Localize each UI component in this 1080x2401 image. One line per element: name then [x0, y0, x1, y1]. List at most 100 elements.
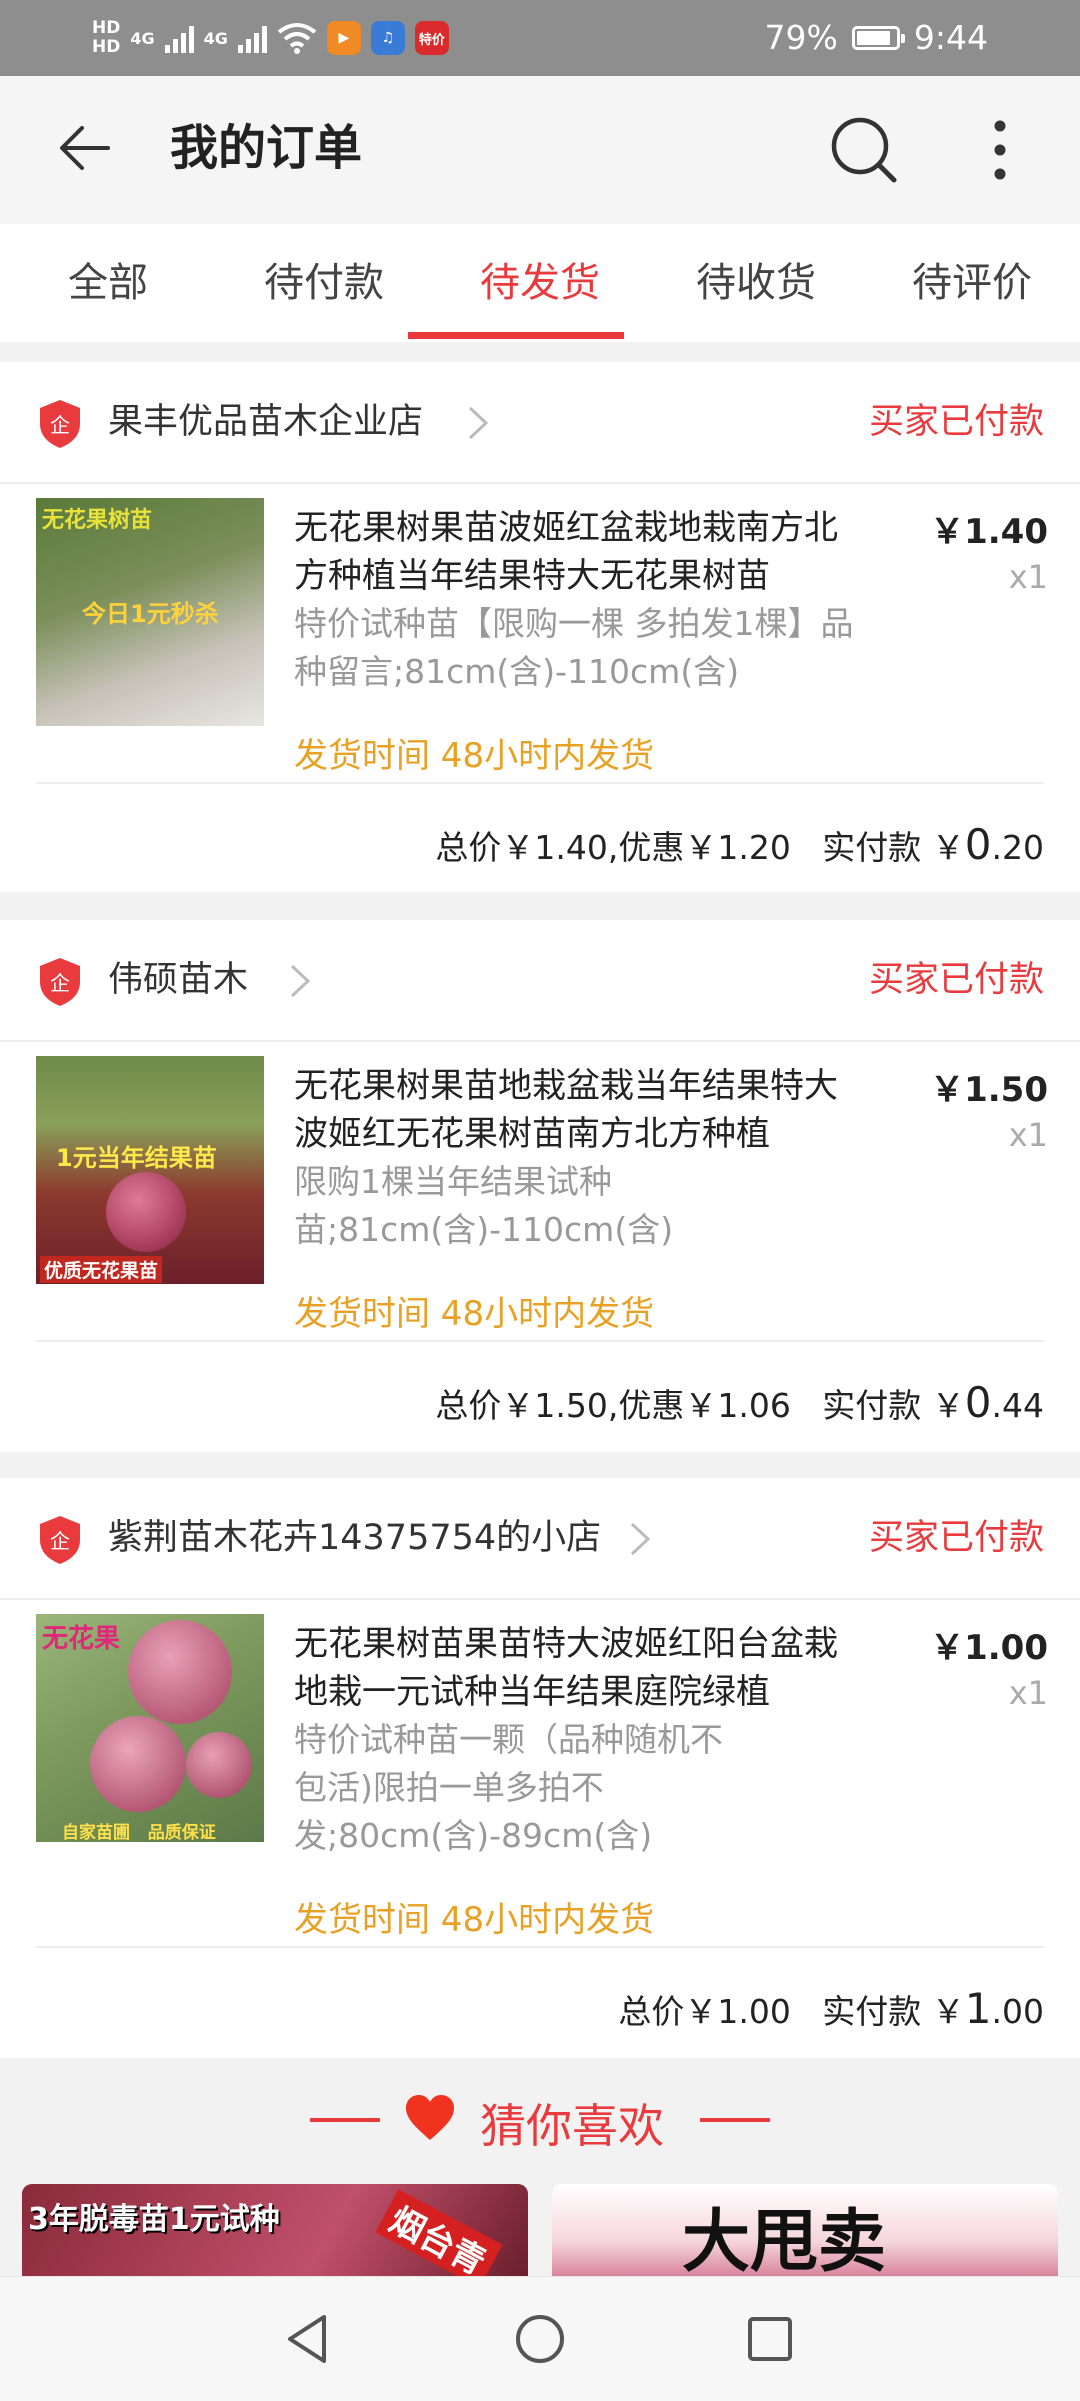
image-banner-text: 1元当年结果苗	[56, 1144, 217, 1172]
title-divider-right	[700, 2118, 770, 2122]
tab-pending-review[interactable]: 待评价	[864, 224, 1080, 342]
shipping-time: 发货时间 48小时内发货	[294, 1900, 655, 1940]
product-title[interactable]: 无花果树果苗地栽盆栽当年结果特大波姬红无花果树苗南方北方种植	[294, 1062, 854, 1158]
recommend-card-text: 3年脱毒苗1元试种	[28, 2202, 280, 2237]
summary-text: 总价￥1.40,优惠￥1.20 实付款 ￥	[435, 828, 965, 867]
title-divider-left	[310, 2118, 380, 2122]
product-price: ￥1.40	[930, 512, 1048, 552]
paid-integer: 1	[964, 1984, 992, 2033]
tab-all[interactable]: 全部	[0, 224, 216, 342]
paid-decimal: .44	[991, 1386, 1044, 1425]
order-card: 企 果丰优品苗木企业店 买家已付款 无花果树苗 今日1元秒杀 无花果树果苗波姬红…	[0, 362, 1080, 892]
recents-square-icon[interactable]	[746, 2315, 794, 2363]
signal-bars-1-icon	[164, 23, 194, 53]
network-type-2: 4G	[203, 28, 228, 48]
order-summary: 总价￥1.50,优惠￥1.06 实付款 ￥0.44	[435, 1378, 1044, 1427]
chevron-right-icon	[468, 406, 489, 440]
shop-header[interactable]: 企 伟硕苗木 买家已付款	[0, 920, 1080, 1042]
battery-icon	[851, 25, 905, 50]
recommend-card-tag: 烟台青	[375, 2189, 503, 2280]
svg-text:企: 企	[50, 971, 70, 995]
system-nav-bar	[0, 2276, 1080, 2401]
chevron-right-icon	[630, 1522, 651, 1556]
image-promo-text: 优质无花果苗	[40, 1256, 163, 1283]
shop-name: 紫荆苗木花卉14375754的小店	[108, 1518, 602, 1558]
search-icon[interactable]	[828, 114, 900, 186]
image-promo-text: 自家苗圃 品质保证	[62, 1823, 216, 1842]
fig-fruit-image	[186, 1732, 252, 1798]
order-status: 买家已付款	[868, 960, 1044, 1000]
app-header: 我的订单	[0, 76, 1080, 224]
enterprise-shield-icon: 企	[40, 958, 80, 1006]
shipping-time: 发货时间 48小时内发货	[294, 736, 655, 776]
hd-label-2: HD	[92, 37, 121, 57]
tab-pending-shipment[interactable]: 待发货	[432, 224, 648, 342]
active-tab-indicator	[408, 332, 624, 339]
image-promo-text: 今日1元秒杀	[82, 600, 219, 628]
music-app-icon: ♫	[370, 21, 405, 55]
network-type-1: 4G	[130, 28, 155, 48]
more-vertical-icon[interactable]	[980, 116, 1020, 184]
hd-indicators: HD HD	[92, 19, 120, 57]
tab-pending-payment[interactable]: 待付款	[216, 224, 432, 342]
heart-icon	[406, 2095, 454, 2140]
paid-decimal: .00	[991, 1992, 1044, 2031]
divider	[36, 1946, 1044, 1948]
product-spec: 特价试种苗【限购一棵 多拍发1棵】品种留言;81cm(含)-110cm(含)	[294, 604, 854, 691]
video-app-icon: ▶	[326, 21, 361, 55]
product-title[interactable]: 无花果树苗果苗特大波姬红阳台盆栽地栽一元试种当年结果庭院绿植	[294, 1620, 854, 1716]
home-circle-icon[interactable]	[514, 2313, 566, 2365]
shop-header[interactable]: 企 紫荆苗木花卉14375754的小店 买家已付款	[0, 1478, 1080, 1600]
image-banner-text: 无花果	[42, 1624, 121, 1654]
product-image[interactable]: 1元当年结果苗 优质无花果苗	[36, 1056, 264, 1284]
chevron-right-icon	[290, 964, 311, 998]
back-triangle-icon[interactable]	[284, 2313, 332, 2365]
shop-header[interactable]: 企 果丰优品苗木企业店 买家已付款	[0, 362, 1080, 484]
recommend-section-title: 猜你喜欢	[0, 2058, 1080, 2188]
summary-text: 总价￥1.50,优惠￥1.06 实付款 ￥	[435, 1386, 965, 1425]
paid-integer: 0	[964, 820, 992, 869]
image-banner-text: 无花果树苗	[42, 508, 153, 533]
arrow-left-icon[interactable]	[52, 116, 116, 180]
fig-fruit-image	[128, 1620, 232, 1724]
product-quantity: x1	[1008, 1116, 1048, 1154]
enterprise-shield-icon: 企	[40, 1516, 80, 1564]
order-card: 企 伟硕苗木 买家已付款 1元当年结果苗 优质无花果苗 无花果树果苗地栽盆栽当年…	[0, 920, 1080, 1452]
product-spec: 特价试种苗一颗（品种随机不包活)限拍一单多拍不发;80cm(含)-89cm(含)	[294, 1720, 723, 1855]
recommend-card[interactable]: 3年脱毒苗1元试种 烟台青	[22, 2184, 528, 2280]
product-price: ￥1.00	[930, 1628, 1048, 1668]
status-right: 79% 9:44	[765, 18, 988, 57]
order-summary: 总价￥1.40,优惠￥1.20 实付款 ￥0.20	[435, 820, 1044, 869]
svg-text:企: 企	[50, 413, 70, 437]
product-quantity: x1	[1008, 1674, 1048, 1712]
product-price: ￥1.50	[930, 1070, 1048, 1110]
paid-decimal: .20	[991, 828, 1044, 867]
product-image[interactable]: 无花果 自家苗圃 品质保证	[36, 1614, 264, 1842]
order-status: 买家已付款	[868, 1518, 1044, 1558]
shipping-time: 发货时间 48小时内发货	[294, 1294, 655, 1334]
shop-name: 伟硕苗木	[108, 960, 249, 1000]
order-status: 买家已付款	[868, 402, 1044, 442]
product-title[interactable]: 无花果树果苗波姬红盆栽地栽南方北方种植当年结果特大无花果树苗	[294, 504, 854, 600]
product-spec: 限购1棵当年结果试种苗;81cm(含)-110cm(含)	[294, 1162, 674, 1249]
order-card: 企 紫荆苗木花卉14375754的小店 买家已付款 无花果 自家苗圃 品质保证 …	[0, 1478, 1080, 2058]
page-title: 我的订单	[170, 120, 363, 176]
product-image[interactable]: 无花果树苗 今日1元秒杀	[36, 498, 264, 726]
signal-bars-2-icon	[237, 23, 267, 53]
clock: 9:44	[913, 18, 988, 57]
shop-name: 果丰优品苗木企业店	[108, 402, 424, 442]
product-quantity: x1	[1008, 558, 1048, 596]
recommend-card[interactable]: 大甩卖	[552, 2184, 1058, 2280]
recommend-title: 猜你喜欢	[480, 2099, 664, 2153]
promo-app-icon: 特价	[414, 21, 449, 55]
recommend-card-text: 大甩卖	[682, 2203, 887, 2280]
order-tabs: 全部 待付款 待发货 待收货 待评价	[0, 224, 1080, 342]
divider	[36, 1340, 1044, 1342]
status-bar: HD HD 4G 4G ▶ ♫ 特价 79% 9:44	[0, 0, 1080, 76]
divider	[36, 782, 1044, 784]
tab-pending-receipt[interactable]: 待收货	[648, 224, 864, 342]
hd-label-1: HD	[92, 18, 121, 38]
fig-fruit-image	[90, 1716, 186, 1812]
order-summary: 总价￥1.00 实付款 ￥1.00	[618, 1984, 1044, 2033]
status-left: HD HD 4G 4G ▶ ♫ 特价	[92, 12, 449, 64]
